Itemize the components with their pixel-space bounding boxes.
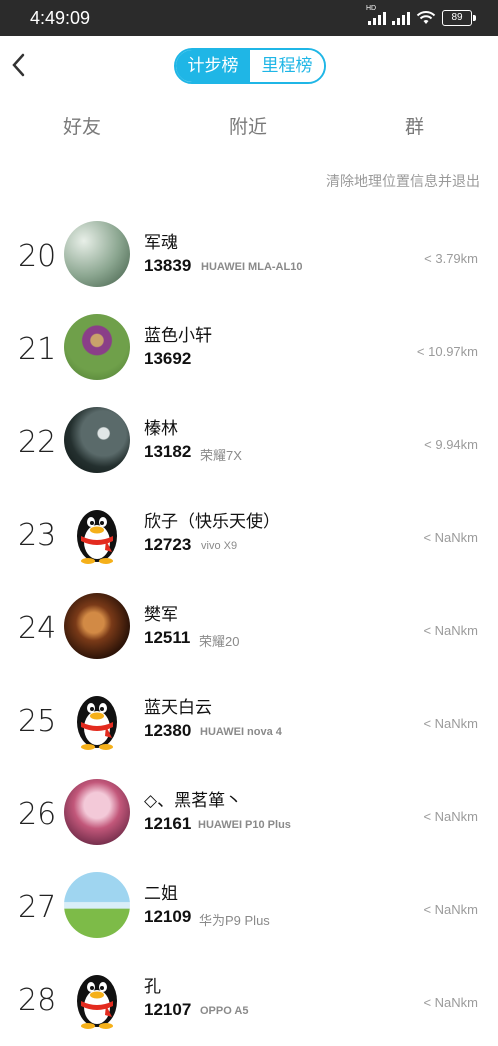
avatar — [64, 872, 130, 938]
status-time: 4:49:09 — [30, 8, 91, 28]
rank-number: 22 — [18, 425, 57, 460]
user-name: 蓝色小轩 — [144, 326, 212, 346]
rank-number: 26 — [18, 797, 57, 832]
avatar — [64, 407, 130, 473]
step-count: 12161 — [144, 814, 192, 833]
distance: < NaNkm — [423, 530, 478, 545]
status-bar: 4:49:09 HD 89 — [0, 0, 498, 36]
distance: < NaNkm — [423, 809, 478, 824]
list-item[interactable]: 25 蓝天白云 12380 HUAWEI nova 4 < NaNkm — [0, 674, 498, 767]
back-arrow-icon[interactable] — [6, 50, 32, 80]
avatar — [64, 593, 130, 659]
avatar — [64, 221, 130, 287]
user-name: 蓝天白云 — [144, 698, 212, 718]
step-count: 12380 — [144, 721, 192, 740]
distance: < NaNkm — [423, 623, 478, 638]
tab-distance-ranking[interactable]: 里程榜 — [250, 50, 324, 82]
list-item[interactable]: 28 孔 12107 OPPO A5 < NaNkm — [0, 953, 498, 1046]
distance: < 9.94km — [424, 437, 478, 452]
list-item[interactable]: 22 榛林 13182 荣耀7X < 9.94km — [0, 395, 498, 488]
avatar — [64, 779, 130, 845]
rank-number: 28 — [18, 983, 57, 1018]
step-count: 12109 — [144, 907, 192, 926]
device-model: HUAWEI nova 4 — [200, 726, 282, 738]
qq-penguin-avatar — [64, 686, 130, 752]
step-count: 13182 — [144, 442, 192, 461]
device-model: 华为P9 Plus — [199, 913, 270, 928]
avatar — [64, 314, 130, 380]
distance: < NaNkm — [423, 902, 478, 917]
device-model: HUAWEI MLA-AL10 — [201, 261, 303, 273]
tab-friends[interactable]: 好友 — [63, 112, 101, 139]
battery-icon: 89 — [442, 10, 476, 26]
rank-number: 21 — [18, 332, 57, 367]
rank-number: 24 — [18, 611, 57, 646]
list-item[interactable]: 21 蓝色小轩 13692 < 10.97km — [0, 302, 498, 395]
device-model: HUAWEI P10 Plus — [198, 819, 291, 831]
clear-location-link[interactable]: 清除地理位置信息并退出 — [326, 171, 480, 191]
qq-penguin-avatar — [64, 500, 130, 566]
step-count: 13692 — [144, 349, 192, 368]
step-count: 12107 — [144, 1000, 192, 1019]
list-item[interactable]: 26 ◇、黑茗箪丶 12161 HUAWEI P10 Plus < NaNkm — [0, 767, 498, 860]
distance: < NaNkm — [423, 716, 478, 731]
device-model: OPPO A5 — [200, 1005, 249, 1017]
distance: < 3.79km — [424, 251, 478, 266]
device-model: 荣耀20 — [199, 634, 240, 649]
step-count: 12723 — [144, 535, 192, 554]
ranking-type-switch: 计步榜 里程榜 — [174, 48, 326, 84]
signal-icon — [392, 11, 410, 25]
penguin-icon — [77, 696, 117, 750]
list-item[interactable]: 27 二姐 12109 华为P9 Plus < NaNkm — [0, 860, 498, 953]
penguin-icon — [77, 975, 117, 1029]
user-name: 樊军 — [144, 605, 178, 625]
list-item[interactable]: 24 樊军 12511 荣耀20 < NaNkm — [0, 581, 498, 674]
step-count: 13839 — [144, 256, 192, 275]
user-name: 孔 — [144, 977, 161, 997]
rank-number: 20 — [18, 239, 57, 274]
ranking-list: 20 军魂 13839 HUAWEI MLA-AL10 < 3.79km 21 … — [0, 209, 498, 1046]
tab-step-ranking[interactable]: 计步榜 — [176, 50, 250, 82]
rank-number: 23 — [18, 518, 57, 553]
user-name: 二姐 — [144, 884, 178, 904]
distance: < NaNkm — [423, 995, 478, 1010]
scope-tabs: 好友 附近 群 — [0, 112, 498, 144]
user-name: 榛林 — [144, 419, 178, 439]
device-model: vivo X9 — [201, 540, 238, 552]
step-count: 12511 — [144, 628, 191, 647]
qq-penguin-avatar — [64, 965, 130, 1031]
status-icons: HD 89 — [366, 5, 476, 27]
rank-number: 27 — [18, 890, 57, 925]
distance: < 10.97km — [416, 344, 478, 359]
list-item[interactable]: 23 欣子（快乐天使） 12723 vivo X9 < NaNkm — [0, 488, 498, 581]
tab-nearby[interactable]: 附近 — [229, 112, 267, 139]
list-item[interactable]: 20 军魂 13839 HUAWEI MLA-AL10 < 3.79km — [0, 209, 498, 302]
device-model: 荣耀7X — [200, 448, 242, 463]
user-name: ◇、黑茗箪丶 — [144, 791, 243, 811]
user-name: 军魂 — [144, 233, 178, 253]
rank-number: 25 — [18, 704, 57, 739]
wifi-icon — [416, 11, 436, 24]
user-name: 欣子（快乐天使） — [144, 512, 280, 532]
penguin-icon — [77, 510, 117, 564]
signal-hd-icon: HD — [366, 5, 386, 25]
tab-groups[interactable]: 群 — [405, 112, 424, 139]
